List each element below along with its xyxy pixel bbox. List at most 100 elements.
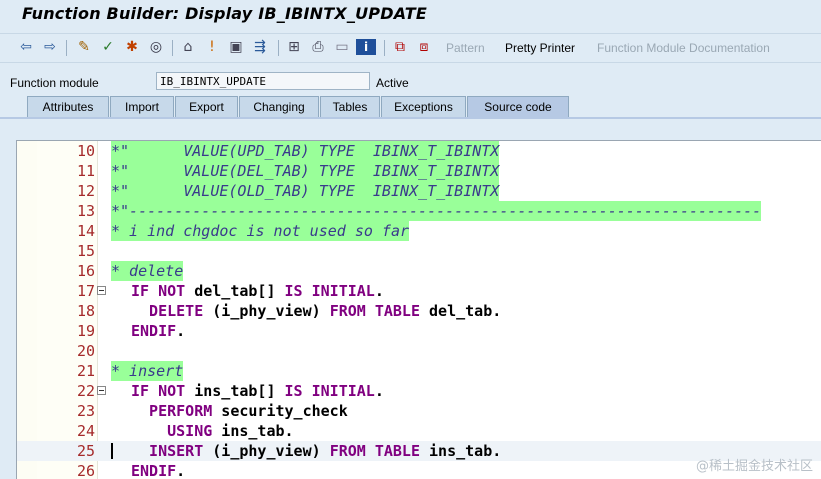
window-title: Function Builder: Display IB_IBINTX_UPDA… <box>22 4 427 23</box>
identifier: (i_phy_view) <box>203 302 330 320</box>
line-number: 15 <box>76 242 95 260</box>
code-comment: * delete <box>111 261 184 281</box>
tab-source-code[interactable]: Source code <box>467 96 569 117</box>
keyword: IS INITIAL <box>284 382 375 400</box>
info-i-icon[interactable]: i <box>356 39 376 55</box>
code-statement: IF NOT del_tab[] IS INITIAL. <box>131 281 384 301</box>
code-tail: . <box>374 382 384 400</box>
toolbar-separator <box>172 40 173 56</box>
where-used-icon[interactable]: ◎ <box>146 37 166 57</box>
code-statement: ENDIF. <box>131 321 185 341</box>
tab-tables[interactable]: Tables <box>320 96 380 117</box>
code-tail: ins_tab. <box>212 422 294 440</box>
code-line[interactable]: 13 *"-----------------------------------… <box>17 201 821 221</box>
keyword: FROM TABLE <box>329 302 420 320</box>
code-tail: ins_tab. <box>420 442 502 460</box>
pretty-printer-button[interactable]: Pretty Printer <box>505 41 575 55</box>
code-tail: . <box>374 282 384 300</box>
code-line[interactable]: 20 <box>17 341 821 361</box>
code-comment: *" VALUE(UPD_TAB) TYPE IBINX_T_IBINTX <box>111 141 500 161</box>
tab-changing[interactable]: Changing <box>239 96 319 117</box>
line-number: 11 <box>76 162 95 180</box>
code-comment: *"--------------------------------------… <box>111 201 762 221</box>
tab-import[interactable]: Import <box>110 96 174 117</box>
keyword: ENDIF <box>131 462 177 479</box>
fm-documentation-button[interactable]: Function Module Documentation <box>597 41 770 55</box>
code-comment: *" VALUE(DEL_TAB) TYPE IBINX_T_IBINTX <box>111 161 500 181</box>
display-object-list-icon[interactable]: ▣ <box>226 37 246 57</box>
keyword: IF NOT <box>131 282 186 300</box>
code-statement: ENDIF. <box>131 461 185 479</box>
identifier: del_tab[] <box>185 282 285 300</box>
line-number: 26 <box>76 462 95 479</box>
toolbar-separator <box>384 40 385 56</box>
code-line[interactable]: 22 IF NOT ins_tab[] IS INITIAL. <box>17 381 821 401</box>
code-line[interactable]: 24 USING ins_tab. <box>17 421 821 441</box>
code-comment: * i ind chgdoc is not used so far <box>111 221 410 241</box>
code-line[interactable]: 12 *" VALUE(OLD_TAB) TYPE IBINX_T_IBINTX <box>17 181 821 201</box>
navigate-icon[interactable]: ⇶ <box>250 37 270 57</box>
code-tail: security_check <box>212 402 348 420</box>
identifier: ins_tab[] <box>185 382 285 400</box>
code-comment: * insert <box>111 361 184 381</box>
code-line[interactable]: 18 DELETE (i_phy_view) FROM TABLE del_ta… <box>17 301 821 321</box>
window-icon[interactable]: ▭ <box>332 37 352 57</box>
hierarchy-icon[interactable]: ⊞ <box>284 37 304 57</box>
info-icon[interactable]: ǃ <box>202 37 222 57</box>
tab-underline <box>0 117 821 119</box>
check-syntax-icon[interactable]: ✓ <box>98 37 118 57</box>
keyword: USING <box>131 422 213 440</box>
code-line[interactable]: 17 IF NOT del_tab[] IS INITIAL. <box>17 281 821 301</box>
function-module-field[interactable]: IB_IBINTX_UPDATE <box>156 72 370 90</box>
activate-icon[interactable]: ✱ <box>122 37 142 57</box>
code-tail: . <box>176 462 186 479</box>
code-lines: 10 *" VALUE(UPD_TAB) TYPE IBINX_T_IBINTX… <box>17 141 821 479</box>
line-number: 16 <box>76 262 95 280</box>
line-number: 22 <box>76 382 95 400</box>
line-number: 14 <box>76 222 95 240</box>
toolbar-separator <box>278 40 279 56</box>
fold-toggle-icon[interactable] <box>97 386 106 395</box>
keyword: FROM TABLE <box>329 442 420 460</box>
keyword: PERFORM <box>131 402 213 420</box>
code-line[interactable]: 19 ENDIF. <box>17 321 821 341</box>
keyword: ENDIF <box>131 322 177 340</box>
watermark: @稀土掘金技术社区 <box>695 459 813 474</box>
function-module-label: Function module <box>10 76 99 90</box>
code-line[interactable]: 11 *" VALUE(DEL_TAB) TYPE IBINX_T_IBINTX <box>17 161 821 181</box>
code-line[interactable]: 16 * delete <box>17 261 821 281</box>
code-line[interactable]: 10 *" VALUE(UPD_TAB) TYPE IBINX_T_IBINTX <box>17 141 821 161</box>
back-arrow-icon[interactable]: ⇦ <box>16 37 36 57</box>
edit-pencil-icon[interactable]: ✎ <box>74 37 94 57</box>
line-number: 17 <box>76 282 95 300</box>
pattern-icon-b[interactable]: ⧈ <box>414 37 434 57</box>
code-statement: IF NOT ins_tab[] IS INITIAL. <box>131 381 384 401</box>
code-statement: INSERT (i_phy_view) FROM TABLE ins_tab. <box>131 441 501 461</box>
line-number: 25 <box>76 442 95 460</box>
text-cursor <box>111 443 113 459</box>
identifier: (i_phy_view) <box>203 442 330 460</box>
pattern-icon-a[interactable]: ⧉ <box>390 37 410 57</box>
keyword: IF NOT <box>131 382 186 400</box>
pattern-button[interactable]: Pattern <box>446 41 485 55</box>
code-line[interactable]: 14 * i ind chgdoc is not used so far <box>17 221 821 241</box>
tab-exceptions[interactable]: Exceptions <box>381 96 466 117</box>
code-tail: del_tab. <box>420 302 502 320</box>
keyword: DELETE <box>131 302 204 320</box>
test-icon[interactable]: ⌂ <box>178 37 198 57</box>
code-line[interactable]: 21 * insert <box>17 361 821 381</box>
line-number: 13 <box>76 202 95 220</box>
fold-toggle-icon[interactable] <box>97 286 106 295</box>
title-bar: Function Builder: Display IB_IBINTX_UPDA… <box>0 0 821 30</box>
forward-arrow-icon[interactable]: ⇨ <box>40 37 60 57</box>
code-line[interactable]: 23 PERFORM security_check <box>17 401 821 421</box>
tab-export[interactable]: Export <box>175 96 238 117</box>
line-number: 12 <box>76 182 95 200</box>
source-code-editor[interactable]: 10 *" VALUE(UPD_TAB) TYPE IBINX_T_IBINTX… <box>16 140 821 479</box>
application-toolbar: ⇦ ⇨ ✎ ✓ ✱ ◎ ⌂ ǃ ▣ ⇶ ⊞ ⎙ ▭ i ⧉ ⧈ Pattern … <box>0 33 821 63</box>
code-line[interactable]: 15 <box>17 241 821 261</box>
tab-attributes[interactable]: Attributes <box>27 96 109 117</box>
print-icon[interactable]: ⎙ <box>308 37 328 57</box>
toolbar-separator <box>66 40 67 56</box>
function-module-row: Function module IB_IBINTX_UPDATE Active <box>0 70 821 94</box>
